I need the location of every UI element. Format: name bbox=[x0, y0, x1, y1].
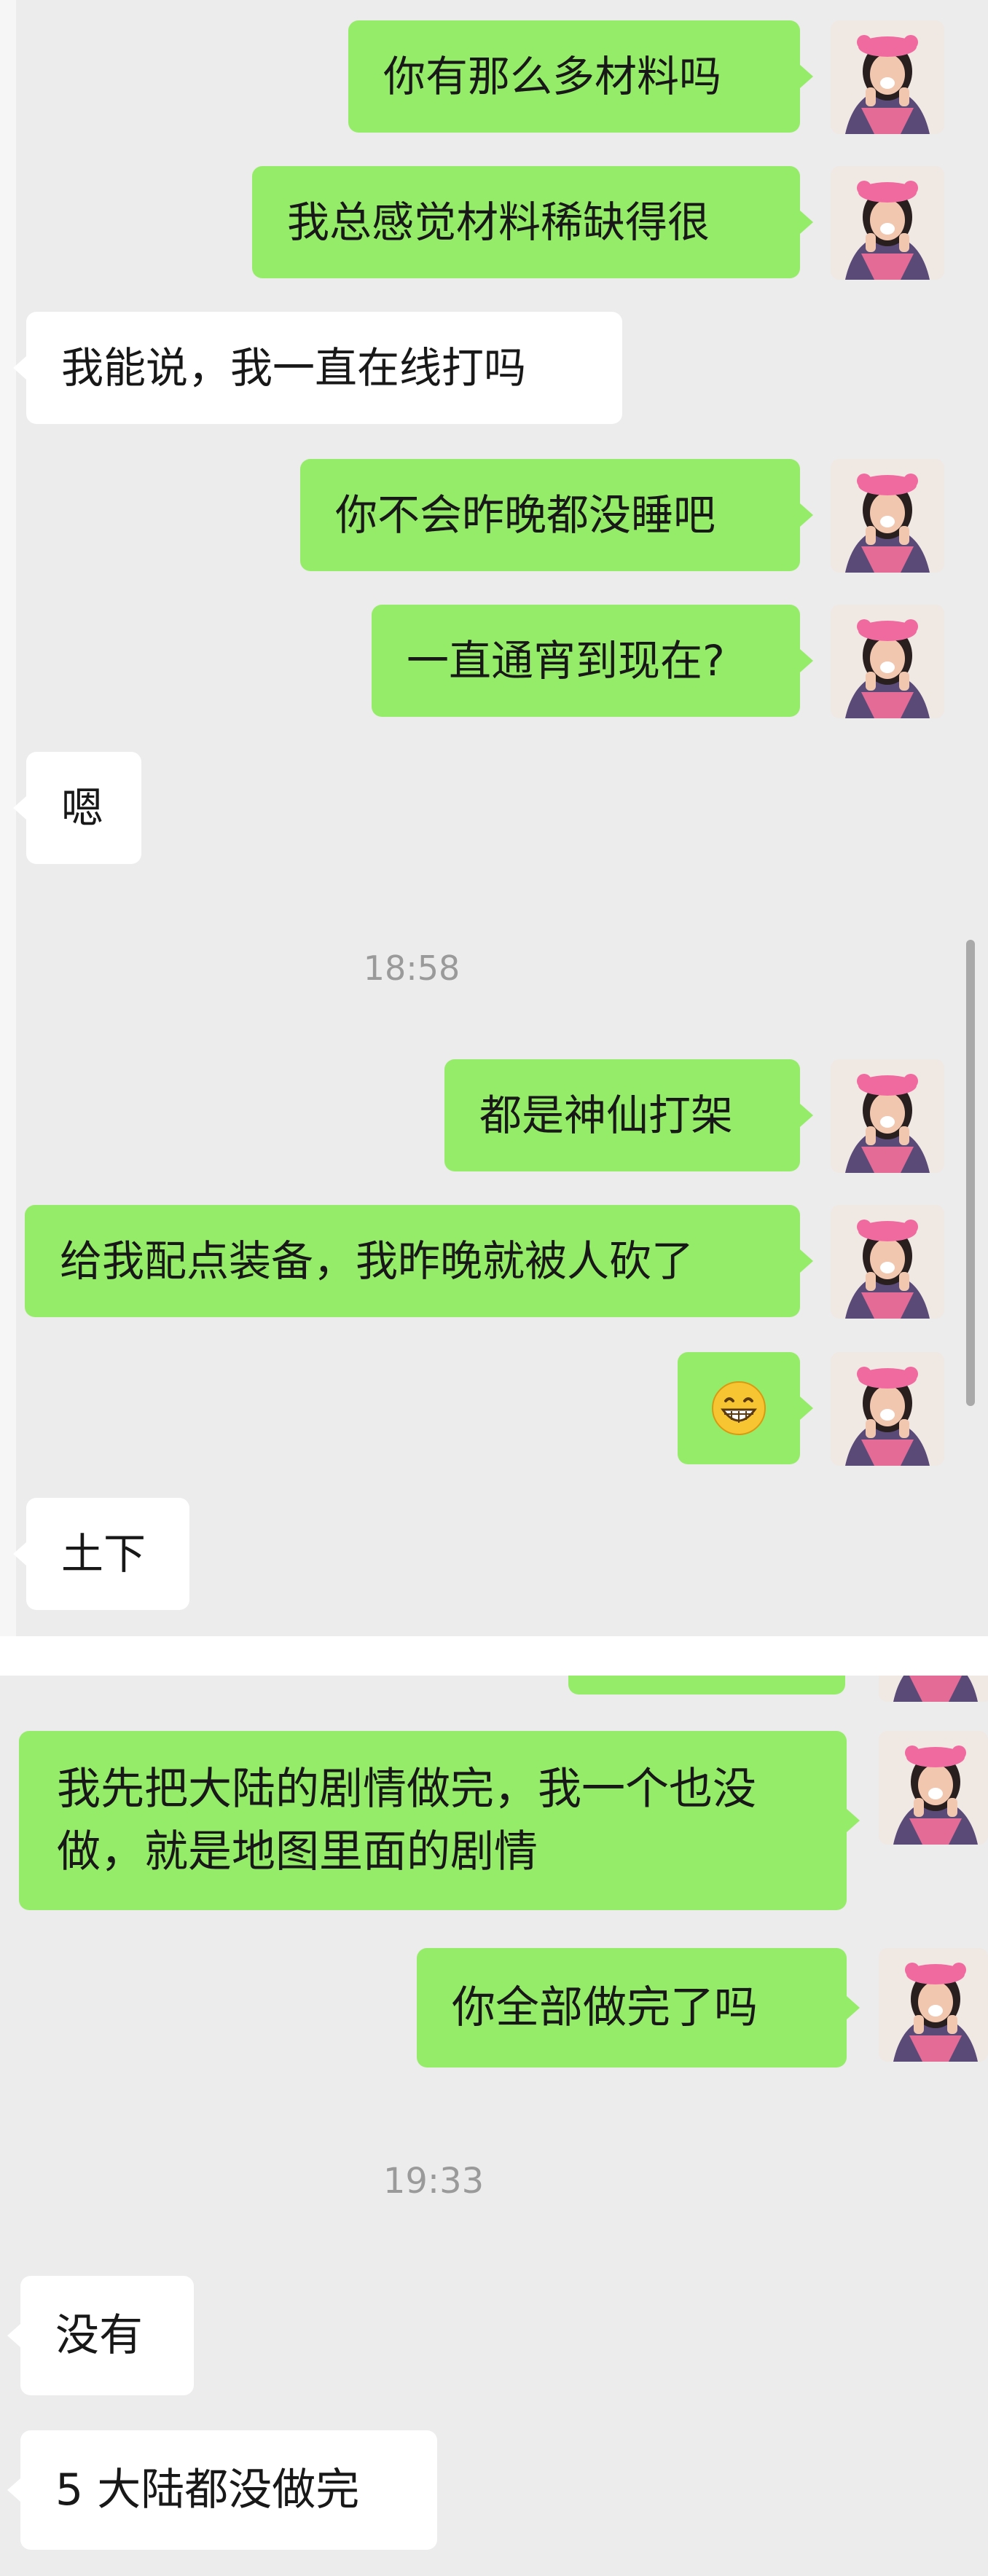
avatar[interactable] bbox=[831, 1059, 944, 1173]
message-bubble-incoming[interactable]: 5 大陆都没做完 bbox=[7, 2430, 437, 2550]
avatar[interactable] bbox=[831, 459, 944, 573]
avatar-portrait-icon bbox=[831, 459, 944, 573]
avatar-portrait-icon bbox=[831, 1352, 944, 1466]
avatar[interactable] bbox=[831, 1352, 944, 1466]
scrollbar[interactable] bbox=[966, 940, 975, 1406]
message-bubble-outgoing[interactable]: 给我配点装备，我昨晚就被人砍了 bbox=[25, 1205, 813, 1317]
message-text: 5 大陆都没做完 bbox=[55, 2465, 360, 2516]
avatar[interactable] bbox=[879, 1948, 988, 2062]
message-text: 土下 bbox=[61, 1529, 146, 1579]
message-bubble-outgoing[interactable]: 都是神仙打架 bbox=[444, 1059, 813, 1171]
chat-panel-top: 你有那么多材料吗 我总感觉材料稀缺得很 我能说，我一直在线打吗 你不会昨晚都没睡… bbox=[0, 0, 988, 1636]
message-bubble-partial bbox=[568, 1676, 845, 1695]
avatar-portrait-icon bbox=[831, 166, 944, 280]
avatar[interactable] bbox=[831, 20, 944, 134]
avatar-portrait-icon bbox=[831, 605, 944, 718]
message-bubble-outgoing[interactable]: 你全部做完了吗 bbox=[417, 1948, 860, 2068]
message-text: 我能说，我一直在线打吗 bbox=[61, 343, 527, 393]
message-bubble-incoming[interactable]: 土下 bbox=[13, 1498, 189, 1610]
avatar[interactable] bbox=[831, 1205, 944, 1319]
avatar-portrait-icon bbox=[831, 1205, 944, 1319]
message-bubble-outgoing[interactable]: 我先把大陆的剧情做完，我一个也没做，就是地图里面的剧情 bbox=[19, 1731, 860, 1910]
timestamp: 19:33 bbox=[383, 2161, 485, 2202]
avatar bbox=[879, 1676, 988, 1702]
avatar-portrait-icon bbox=[879, 1948, 988, 2062]
message-text: 没有 bbox=[55, 2310, 143, 2361]
avatar[interactable] bbox=[831, 166, 944, 280]
message-bubble-incoming[interactable]: 我能说，我一直在线打吗 bbox=[13, 312, 622, 424]
message-text: 一直通宵到现在? bbox=[407, 636, 725, 686]
message-text: 我总感觉材料稀缺得很 bbox=[287, 197, 710, 247]
avatar-portrait-icon bbox=[879, 1676, 988, 1702]
message-bubble-outgoing[interactable] bbox=[678, 1352, 813, 1464]
avatar[interactable] bbox=[879, 1731, 988, 1845]
message-text: 你有那么多材料吗 bbox=[383, 52, 722, 101]
avatar[interactable] bbox=[831, 605, 944, 718]
message-bubble-incoming[interactable]: 没有 bbox=[7, 2276, 194, 2395]
avatar-portrait-icon bbox=[879, 1731, 988, 1845]
message-bubble-outgoing[interactable]: 你不会昨晚都没睡吧 bbox=[300, 459, 813, 571]
message-bubble-outgoing[interactable]: 一直通宵到现在? bbox=[372, 605, 813, 717]
timestamp: 18:58 bbox=[363, 949, 460, 988]
message-bubble-outgoing[interactable]: 我总感觉材料稀缺得很 bbox=[252, 166, 813, 278]
message-text: 嗯 bbox=[61, 783, 104, 833]
message-text: 你全部做完了吗 bbox=[452, 1982, 758, 2033]
chat-panel-bottom: 我先把大陆的剧情做完，我一个也没做，就是地图里面的剧情 你全部做完了吗 19:3… bbox=[0, 1676, 988, 2576]
avatar-portrait-icon bbox=[831, 20, 944, 134]
message-text: 都是神仙打架 bbox=[479, 1091, 734, 1140]
grinning-face-icon bbox=[712, 1381, 766, 1435]
message-text: 你不会昨晚都没睡吧 bbox=[335, 490, 716, 540]
message-text: 给我配点装备，我昨晚就被人砍了 bbox=[60, 1236, 694, 1286]
message-bubble-incoming[interactable]: 嗯 bbox=[13, 752, 141, 864]
avatar-portrait-icon bbox=[831, 1059, 944, 1173]
message-bubble-outgoing[interactable]: 你有那么多材料吗 bbox=[348, 20, 813, 133]
message-text: 我先把大陆的剧情做完，我一个也没做，就是地图里面的剧情 bbox=[57, 1764, 756, 1877]
